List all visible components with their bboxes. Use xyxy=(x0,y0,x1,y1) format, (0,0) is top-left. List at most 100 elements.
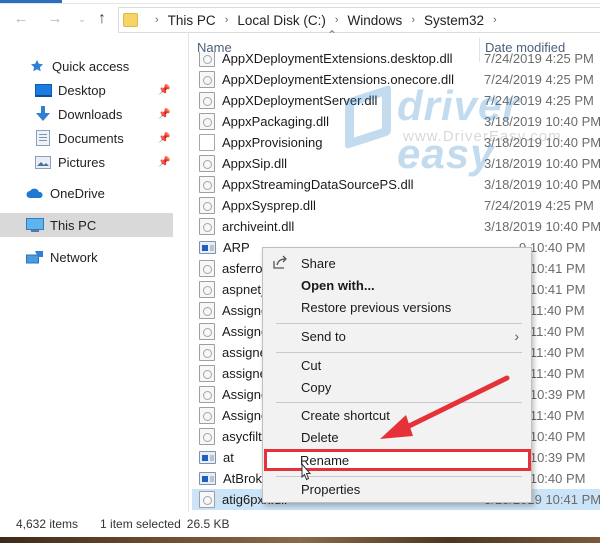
chevron-right-icon: › xyxy=(334,14,339,26)
file-row[interactable]: AppxPackaging.dll 3/18/2019 10:40 PM xyxy=(192,111,600,132)
status-size: 26.5 KB xyxy=(186,517,230,531)
file-date-modified: 3/18/2019 10:40 PM xyxy=(484,156,600,171)
sidebar-item-downloads[interactable]: Downloads 📌 xyxy=(34,102,173,126)
network-icon xyxy=(26,249,44,265)
file-icon xyxy=(199,134,215,151)
dll-file-icon xyxy=(199,386,215,403)
menu-item-share[interactable]: Share xyxy=(263,252,531,274)
file-date-modified: 3/18/2019 10:40 PM xyxy=(484,135,600,150)
mouse-cursor-icon xyxy=(301,463,312,481)
file-date-modified: 7/24/2019 4:25 PM xyxy=(484,198,594,213)
application-icon xyxy=(199,241,216,254)
documents-icon xyxy=(34,130,52,146)
file-row[interactable]: archiveint.dll 3/18/2019 10:40 PM xyxy=(192,216,600,237)
file-date-modified: 3/18/2019 10:40 PM xyxy=(484,219,600,234)
sidebar-item-label: Pictures xyxy=(58,154,105,170)
breadcrumb-this-pc[interactable]: This PC xyxy=(168,13,216,28)
file-name: AppxSysprep.dll xyxy=(222,198,316,213)
file-date-modified: 7/24/2019 4:25 PM xyxy=(484,52,594,66)
breadcrumb-windows[interactable]: Windows xyxy=(348,13,403,28)
arrow-left-icon[interactable]: ← xyxy=(11,9,31,29)
pictures-icon xyxy=(34,154,52,170)
arrow-right-icon[interactable]: → xyxy=(45,9,65,29)
menu-item-cut[interactable]: Cut xyxy=(263,354,531,376)
file-name: AppXDeploymentExtensions.desktop.dll xyxy=(222,52,453,66)
file-name: AppxSip.dll xyxy=(222,156,288,171)
sidebar-item-desktop[interactable]: Desktop 📌 xyxy=(34,78,173,102)
menu-item-label: Share xyxy=(301,255,336,271)
menu-item-label: Restore previous versions xyxy=(301,299,452,315)
dll-file-icon xyxy=(199,407,215,424)
pin-icon[interactable]: 📌 xyxy=(158,85,170,96)
menu-separator xyxy=(276,402,522,403)
application-icon xyxy=(199,472,216,485)
file-name: AppXDeploymentServer.dll xyxy=(222,93,378,108)
dll-file-icon xyxy=(199,113,215,130)
pin-icon[interactable]: 📌 xyxy=(158,157,170,168)
pin-icon[interactable]: 📌 xyxy=(158,109,170,120)
breadcrumb-system32[interactable]: System32 xyxy=(424,13,484,28)
file-row[interactable]: AppXDeploymentExtensions.desktop.dll 7/24… xyxy=(192,52,600,69)
sidebar-item-label: OneDrive xyxy=(50,185,105,201)
dll-file-icon xyxy=(199,344,215,361)
dll-file-icon xyxy=(199,52,215,67)
file-row[interactable]: AppxSysprep.dll 7/24/2019 4:25 PM xyxy=(192,195,600,216)
dll-file-icon xyxy=(199,260,215,277)
file-date-modified: 7/24/2019 4:25 PM xyxy=(484,72,594,87)
menu-item-delete[interactable]: Delete xyxy=(263,426,531,448)
folder-icon xyxy=(123,13,138,27)
navigation-bar: ← → ⌄ ↑ › This PC › Local Disk (C:) › Wi… xyxy=(0,5,600,35)
application-icon xyxy=(199,451,216,464)
sidebar-item-quick-access[interactable]: Quick access xyxy=(28,54,173,78)
file-row[interactable]: AppXDeploymentServer.dll 7/24/2019 4:25 P… xyxy=(192,90,600,111)
title-strip xyxy=(0,0,600,4)
file-date-modified: 3/18/2019 10:40 PM xyxy=(484,177,600,192)
sidebar-item-label: This PC xyxy=(50,217,97,233)
menu-item-label: Create shortcut xyxy=(301,407,390,423)
menu-item-copy[interactable]: Copy xyxy=(263,376,531,398)
navigation-pane: Quick access Desktop 📌 Downloads 📌 Docum… xyxy=(0,52,185,502)
file-row[interactable]: AppXDeploymentExtensions.onecore.dll 7/24… xyxy=(192,69,600,90)
breadcrumb-local-disk[interactable]: Local Disk (C:) xyxy=(237,13,326,28)
dll-file-icon xyxy=(199,176,215,193)
status-bar: 4,632 items 1 item selected 26.5 KB xyxy=(0,513,600,535)
sidebar-item-onedrive[interactable]: OneDrive xyxy=(26,181,173,205)
dll-file-icon xyxy=(199,92,215,109)
menu-item-create-shortcut[interactable]: Create shortcut xyxy=(263,404,531,426)
menu-item-send-to[interactable]: Send to › xyxy=(263,325,531,347)
file-name: AppxPackaging.dll xyxy=(222,114,329,129)
file-row[interactable]: AppxProvisioning 3/18/2019 10:40 PM xyxy=(192,132,600,153)
dll-file-icon xyxy=(199,302,215,319)
cloud-icon xyxy=(26,185,44,201)
file-date-modified: 3/18/2019 10:40 PM xyxy=(484,114,600,129)
chevron-down-icon[interactable]: ⌄ xyxy=(72,9,92,29)
file-explorer-window: ← → ⌄ ↑ › This PC › Local Disk (C:) › Wi… xyxy=(0,0,600,543)
menu-item-label: Send to xyxy=(301,328,346,344)
pin-icon[interactable]: 📌 xyxy=(158,133,170,144)
sidebar-item-network[interactable]: Network xyxy=(26,245,173,269)
file-date-modified: 7/24/2019 4:25 PM xyxy=(484,93,594,108)
share-icon xyxy=(272,255,288,272)
sidebar-item-this-pc[interactable]: This PC xyxy=(0,213,173,237)
desktop-background-strip xyxy=(0,537,600,543)
menu-separator xyxy=(276,352,522,353)
sidebar-item-documents[interactable]: Documents 📌 xyxy=(34,126,173,150)
download-icon xyxy=(34,106,52,122)
address-bar[interactable]: › This PC › Local Disk (C:) › Windows › … xyxy=(118,7,600,33)
file-row[interactable]: AppxStreamingDataSourcePS.dll 3/18/2019 1… xyxy=(192,174,600,195)
file-name: archiveint.dll xyxy=(222,219,295,234)
dll-file-icon xyxy=(199,428,215,445)
chevron-right-icon[interactable]: › xyxy=(493,14,497,26)
sidebar-item-pictures[interactable]: Pictures 📌 xyxy=(34,150,173,174)
arrow-up-icon[interactable]: ↑ xyxy=(92,9,112,29)
menu-item-label: Copy xyxy=(301,379,332,395)
active-tab-accent xyxy=(0,0,62,3)
pane-divider[interactable] xyxy=(188,32,189,512)
file-row[interactable]: AppxSip.dll 3/18/2019 10:40 PM xyxy=(192,153,600,174)
menu-item-label: Delete xyxy=(301,429,339,445)
dll-file-icon xyxy=(199,155,215,172)
menu-item-restore-previous-versions[interactable]: Restore previous versions xyxy=(263,296,531,318)
dll-file-icon xyxy=(199,281,215,298)
sidebar-item-label: Desktop xyxy=(58,82,106,98)
menu-item-open-with[interactable]: Open with... xyxy=(263,274,531,296)
